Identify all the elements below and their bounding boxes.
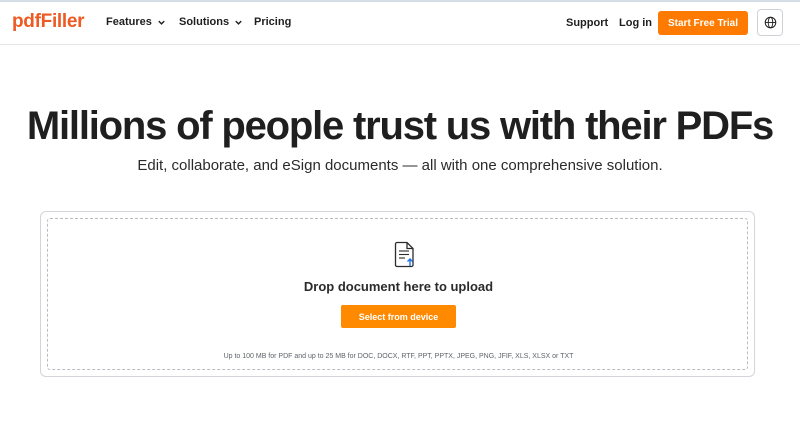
nav-features-label: Features xyxy=(106,16,152,28)
start-free-trial-button[interactable]: Start Free Trial xyxy=(658,11,748,35)
hero-title: Millions of people trust us with their P… xyxy=(26,104,774,148)
nav-solutions-label: Solutions xyxy=(179,16,230,28)
logo[interactable]: pdfFiller xyxy=(12,11,85,33)
drop-zone[interactable]: Drop document here to upload Select from… xyxy=(47,218,748,370)
file-limits-text: Up to 100 MB for PDF and up to 25 MB for… xyxy=(223,353,574,360)
support-link[interactable]: Support xyxy=(566,17,608,29)
hero-subtitle: Edit, collaborate, and eSign documents —… xyxy=(137,157,663,174)
globe-icon xyxy=(764,16,776,29)
select-from-device-button[interactable]: Select from device xyxy=(341,305,456,328)
top-navbar: pdfFiller Features Solutions Pricing Sup… xyxy=(0,2,800,45)
document-upload-icon xyxy=(394,241,414,268)
upload-card: Drop document here to upload Select from… xyxy=(40,211,755,377)
chevron-down-icon xyxy=(158,20,165,25)
login-link[interactable]: Log in xyxy=(619,17,652,29)
drop-title: Drop document here to upload xyxy=(303,279,494,294)
language-button[interactable] xyxy=(757,9,783,36)
nav-features[interactable]: Features xyxy=(106,16,166,28)
nav-solutions[interactable]: Solutions xyxy=(179,16,243,28)
nav-pricing[interactable]: Pricing xyxy=(254,16,291,28)
chevron-down-icon xyxy=(235,20,242,25)
nav-pricing-label: Pricing xyxy=(254,16,292,28)
